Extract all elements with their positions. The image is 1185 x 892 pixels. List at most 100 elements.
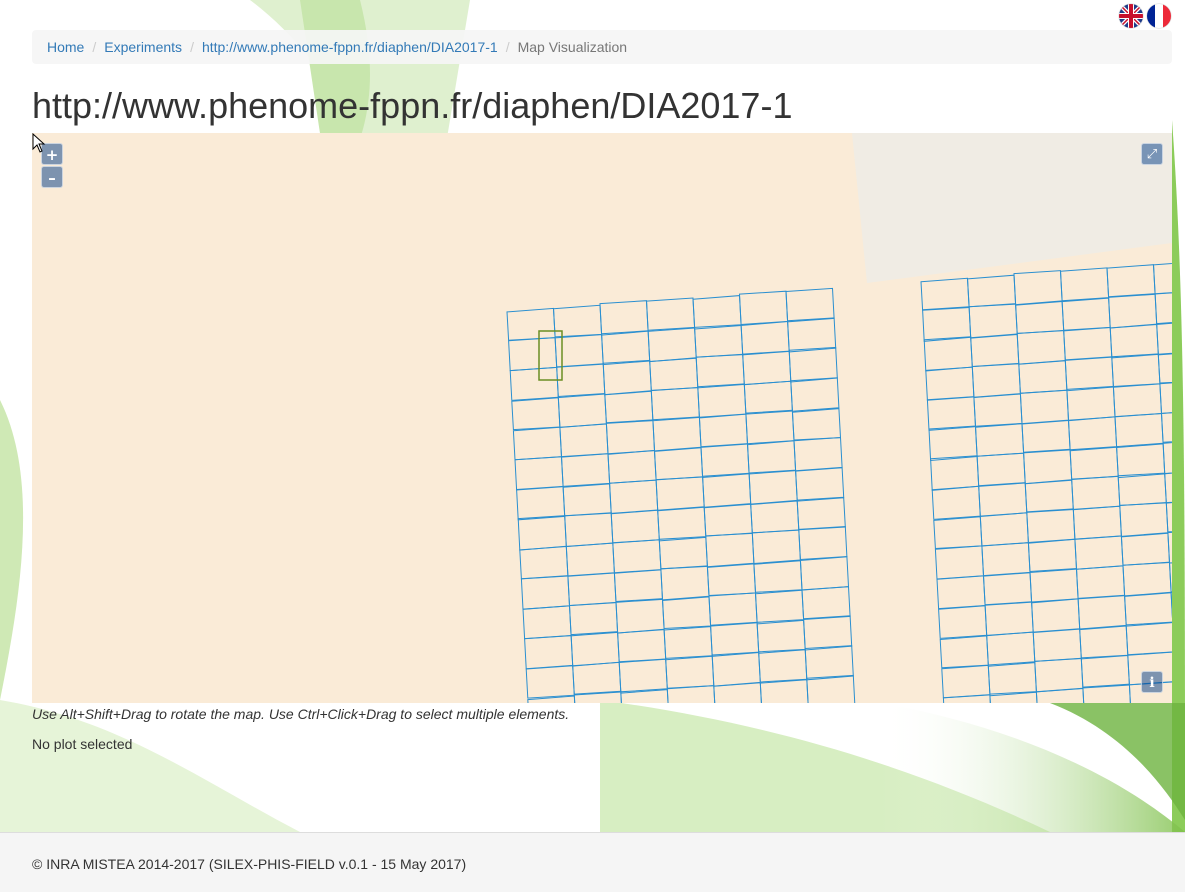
plot[interactable] — [804, 645, 854, 681]
plot[interactable] — [613, 569, 664, 603]
plot[interactable] — [1116, 443, 1166, 477]
plot[interactable] — [982, 572, 1033, 606]
plot[interactable] — [928, 425, 978, 462]
plot[interactable] — [978, 482, 1028, 518]
plot[interactable] — [934, 545, 985, 580]
plot[interactable] — [1117, 473, 1167, 506]
plot[interactable] — [793, 436, 843, 472]
plot[interactable] — [1122, 561, 1172, 597]
plot[interactable] — [692, 295, 742, 328]
plot[interactable] — [713, 682, 762, 703]
plot[interactable] — [605, 419, 656, 455]
plot[interactable] — [652, 416, 702, 452]
plot[interactable] — [1152, 262, 1173, 295]
plot[interactable] — [1157, 351, 1172, 384]
plot[interactable] — [601, 330, 651, 366]
plot[interactable] — [567, 572, 617, 607]
plot[interactable] — [1168, 560, 1173, 593]
plot[interactable] — [751, 529, 801, 565]
plot[interactable] — [599, 300, 649, 336]
plot[interactable] — [695, 353, 745, 389]
plot[interactable] — [660, 565, 710, 601]
plot[interactable] — [562, 483, 612, 517]
plot[interactable] — [506, 307, 556, 341]
plot[interactable] — [666, 685, 716, 703]
plot[interactable] — [976, 452, 1026, 487]
plot[interactable] — [1125, 622, 1172, 656]
plot[interactable] — [1071, 475, 1121, 511]
plot[interactable] — [1015, 300, 1065, 334]
plot[interactable] — [981, 542, 1031, 577]
plot[interactable] — [524, 634, 574, 670]
plot[interactable] — [938, 605, 988, 639]
plot[interactable] — [1034, 657, 1084, 693]
plot[interactable] — [653, 447, 704, 481]
plot[interactable] — [1029, 567, 1079, 604]
plot[interactable] — [694, 324, 744, 358]
plot[interactable] — [708, 592, 758, 627]
plot[interactable] — [1080, 654, 1130, 689]
plot[interactable] — [602, 359, 652, 396]
plot[interactable] — [803, 615, 853, 651]
plot[interactable] — [1016, 329, 1066, 365]
plot[interactable] — [750, 500, 800, 534]
plot[interactable] — [615, 598, 665, 634]
plot[interactable] — [1064, 356, 1114, 392]
plot[interactable] — [706, 563, 757, 597]
breadcrumb-experiment[interactable]: http://www.phenome-fppn.fr/diaphen/DIA20… — [202, 39, 498, 55]
plot[interactable] — [1159, 380, 1172, 415]
plot[interactable] — [1021, 419, 1071, 454]
plot[interactable] — [1013, 270, 1063, 306]
plot[interactable] — [702, 472, 752, 508]
plot[interactable] — [1066, 385, 1116, 422]
plot[interactable] — [509, 366, 559, 401]
plot[interactable] — [1162, 439, 1172, 475]
plot[interactable] — [572, 661, 622, 696]
plot[interactable] — [925, 366, 975, 401]
plot[interactable] — [987, 662, 1037, 695]
plot[interactable] — [1170, 589, 1172, 622]
plot[interactable] — [1114, 412, 1164, 448]
plot[interactable] — [1164, 470, 1172, 504]
plot[interactable] — [1059, 267, 1110, 302]
plot[interactable] — [703, 503, 753, 537]
plot[interactable] — [936, 575, 986, 610]
plot[interactable] — [604, 390, 654, 424]
zoom-out-button[interactable]: – — [41, 166, 63, 188]
plot[interactable] — [939, 635, 989, 669]
plot[interactable] — [1061, 297, 1111, 331]
plot[interactable] — [1074, 535, 1124, 570]
plot[interactable] — [657, 506, 707, 540]
plot[interactable] — [649, 357, 699, 391]
plot[interactable] — [650, 386, 700, 422]
plot[interactable] — [698, 413, 749, 448]
plot[interactable] — [968, 303, 1018, 339]
plot[interactable] — [522, 605, 572, 640]
plot[interactable] — [1082, 683, 1131, 703]
plot[interactable] — [647, 326, 697, 363]
plot[interactable] — [560, 453, 611, 487]
plot[interactable] — [1031, 598, 1081, 633]
plot[interactable] — [795, 467, 845, 501]
plot[interactable] — [700, 443, 750, 478]
plot[interactable] — [979, 512, 1029, 547]
plot[interactable] — [1112, 383, 1163, 418]
plot[interactable] — [525, 665, 575, 699]
plot[interactable] — [791, 408, 842, 441]
plot[interactable] — [1019, 389, 1070, 425]
plot[interactable] — [570, 631, 620, 667]
plot[interactable] — [974, 423, 1025, 457]
plot[interactable] — [556, 363, 606, 399]
plot[interactable] — [1124, 592, 1172, 626]
plot[interactable] — [607, 450, 657, 484]
plot[interactable] — [1027, 538, 1078, 574]
plot[interactable] — [801, 586, 851, 621]
plot[interactable] — [1018, 360, 1068, 394]
plot[interactable] — [1063, 326, 1113, 361]
plot[interactable] — [785, 287, 835, 323]
plot[interactable] — [697, 383, 747, 419]
plot[interactable] — [516, 485, 566, 521]
plot[interactable] — [1160, 410, 1173, 444]
plot[interactable] — [1111, 353, 1161, 388]
plot[interactable] — [930, 455, 980, 491]
